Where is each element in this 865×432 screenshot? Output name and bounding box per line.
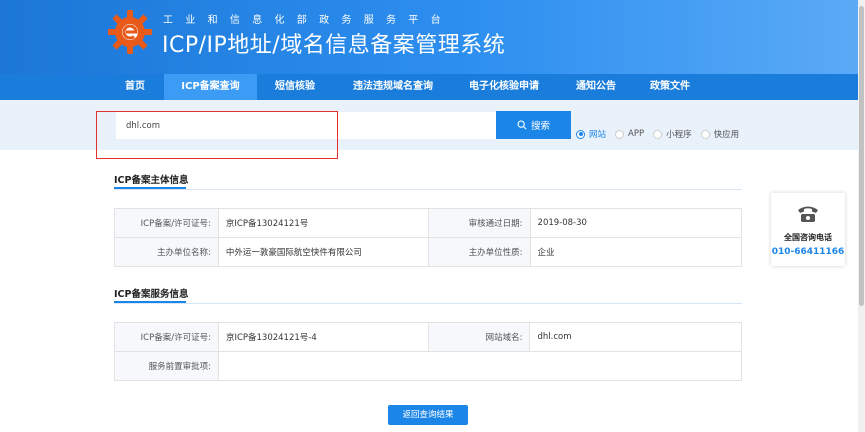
- nav-item-e-verify-apply[interactable]: 电子化核验申请: [460, 74, 548, 100]
- search-button[interactable]: 搜索: [496, 111, 571, 139]
- back-to-results-button[interactable]: 返回查询结果: [388, 405, 468, 425]
- radio-label: 快应用: [713, 130, 740, 140]
- nav-item-policy-docs[interactable]: 政策文件: [640, 74, 700, 100]
- radio-label: 小程序: [666, 130, 692, 140]
- section-divider: [114, 303, 742, 304]
- search-button-label: 搜索: [530, 121, 550, 132]
- nav-item-icp-query[interactable]: ICP备案查询: [164, 74, 257, 100]
- table-cell-value: [217, 351, 743, 381]
- table-row: 主办单位名称: 中外运一敦豪国际航空快件有限公司 主办单位性质: 企业: [114, 237, 743, 267]
- contact-widget[interactable]: 全国咨询电话 010-66411166: [771, 193, 845, 266]
- entity-info-table: ICP备案/许可证号: 京ICP备13024121号 审核通过日期: 2019-…: [114, 208, 743, 267]
- main-nav: 首页 ICP备案查询 短信核验 违法违规域名查询 电子化核验申请 通知公告 政策…: [0, 74, 858, 100]
- table-cell-value: dhl.com: [529, 322, 742, 352]
- scrollbar-thumb[interactable]: [859, 6, 864, 306]
- highlight-annotation-box: [96, 111, 338, 159]
- table-cell-value: 企业: [529, 237, 743, 267]
- radio-indicator: [576, 129, 585, 139]
- table-row: ICP备案/许可证号: 京ICP备13024121号 审核通过日期: 2019-…: [114, 208, 743, 238]
- service-section-title: ICP备案服务信息: [114, 286, 189, 303]
- radio-quick-app[interactable]: 快应用: [700, 128, 740, 140]
- radio-indicator: [700, 129, 710, 139]
- radio-mini-program[interactable]: 小程序: [653, 128, 692, 140]
- table-cell-label: ICP备案/许可证号:: [114, 322, 219, 352]
- table-cell-label: 服务前置审批项:: [114, 351, 219, 381]
- table-cell-label: 主办单位性质:: [427, 237, 531, 267]
- service-section-title-text: ICP备案服务信息: [114, 289, 189, 300]
- table-cell-value: 中外运一敦豪国际航空快件有限公司: [217, 237, 429, 267]
- radio-app[interactable]: APP: [615, 129, 644, 139]
- entity-section-title-text: ICP备案主体信息: [114, 175, 189, 186]
- nav-item-illegal-domain-query[interactable]: 违法违规域名查询: [343, 74, 443, 100]
- table-cell-label: 主办单位名称:: [114, 237, 219, 267]
- table-cell-label: 审核通过日期:: [427, 208, 531, 238]
- search-icon: [517, 120, 527, 130]
- table-cell-label: ICP备案/许可证号:: [114, 208, 219, 238]
- entity-section-title: ICP备案主体信息: [114, 172, 189, 189]
- table-cell-label: 网站域名:: [427, 322, 531, 352]
- nav-item-home[interactable]: 首页: [112, 74, 158, 100]
- contact-label: 全国咨询电话: [784, 233, 832, 242]
- page-scrollbar[interactable]: [858, 0, 865, 432]
- radio-website[interactable]: 网站: [576, 128, 606, 140]
- radio-label: APP: [628, 129, 645, 139]
- header-title: ICP/IP地址/域名信息备案管理系统: [162, 33, 506, 58]
- radio-indicator: [653, 129, 663, 139]
- section-divider: [114, 189, 742, 190]
- table-cell-value: 京ICP备13024121号-4: [217, 322, 429, 352]
- telephone-icon: [798, 206, 818, 222]
- contact-phone-number: 010-66411166: [771, 247, 845, 257]
- header-subtitle: 工业和信息化部政务服务平台: [163, 15, 453, 26]
- table-cell-value: 京ICP备13024121号: [217, 208, 429, 238]
- table-row: ICP备案/许可证号: 京ICP备13024121号-4 网站域名: dhl.c…: [114, 322, 742, 352]
- radio-label: 网站: [589, 130, 607, 140]
- table-row: 服务前置审批项:: [114, 351, 743, 381]
- nav-item-sms-verify[interactable]: 短信核验: [265, 74, 325, 100]
- nav-item-notices[interactable]: 通知公告: [566, 74, 626, 100]
- search-type-radio-group: 网站 APP 小程序 快应用: [576, 128, 748, 140]
- service-info-table: ICP备案/许可证号: 京ICP备13024121号-4 网站域名: dhl.c…: [114, 322, 743, 381]
- radio-indicator: [615, 129, 625, 139]
- table-cell-value: 2019-08-30: [529, 208, 743, 238]
- ministry-logo-icon: [108, 10, 152, 54]
- site-header: 工业和信息化部政务服务平台 ICP/IP地址/域名信息备案管理系统: [0, 0, 858, 74]
